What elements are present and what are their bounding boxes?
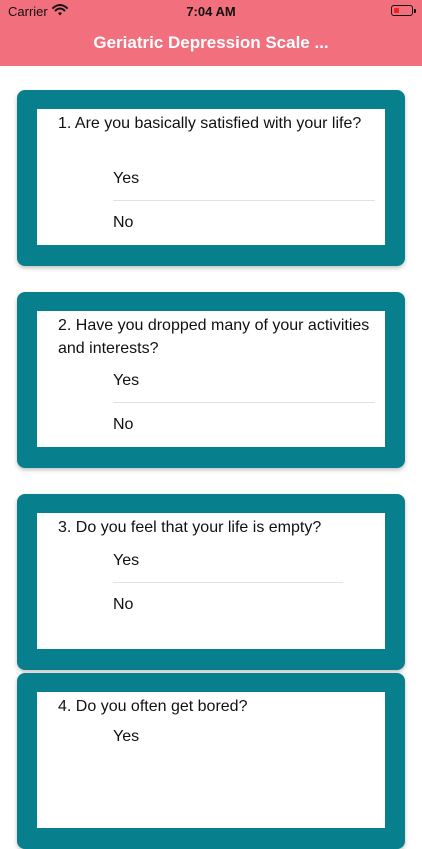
page-title: Geriatric Depression Scale ... (93, 33, 329, 52)
option-divider (113, 402, 375, 403)
question-card-body: 4. Do you often get bored? Yes (37, 692, 385, 828)
option-divider (113, 582, 343, 583)
question-text: 3. Do you feel that your life is empty? (58, 519, 322, 536)
answer-yes-option[interactable]: Yes (113, 552, 139, 570)
question-card-3: 3. Do you feel that your life is empty? … (17, 494, 405, 670)
answer-no-option[interactable]: No (113, 596, 133, 614)
clock-time: 7:04 AM (186, 4, 236, 19)
question-card-body: 1. Are you basically satisfied with your… (37, 109, 385, 245)
question-text: 4. Do you often get bored? (58, 698, 248, 715)
answer-yes-option[interactable]: Yes (113, 728, 139, 746)
question-card-1: 1. Are you basically satisfied with your… (17, 90, 405, 266)
question-card-2: 2. Have you dropped many of your activit… (17, 292, 405, 468)
question-card-body: 3. Do you feel that your life is empty? … (37, 513, 385, 649)
answer-no-option[interactable]: No (113, 214, 133, 232)
question-card-4: 4. Do you often get bored? Yes (17, 673, 405, 849)
option-divider (113, 200, 375, 201)
question-card-body: 2. Have you dropped many of your activit… (37, 311, 385, 447)
question-text: 1. Are you basically satisfied with your… (58, 115, 362, 132)
answer-yes-option[interactable]: Yes (113, 372, 139, 390)
answer-yes-option[interactable]: Yes (113, 170, 139, 188)
battery-icon (391, 5, 416, 16)
battery-level (393, 7, 399, 13)
question-text: 2. Have you dropped many of your activit… (58, 317, 370, 357)
answer-no-option[interactable]: No (113, 416, 133, 434)
status-bar: Carrier 7:04 AM (0, 0, 422, 22)
